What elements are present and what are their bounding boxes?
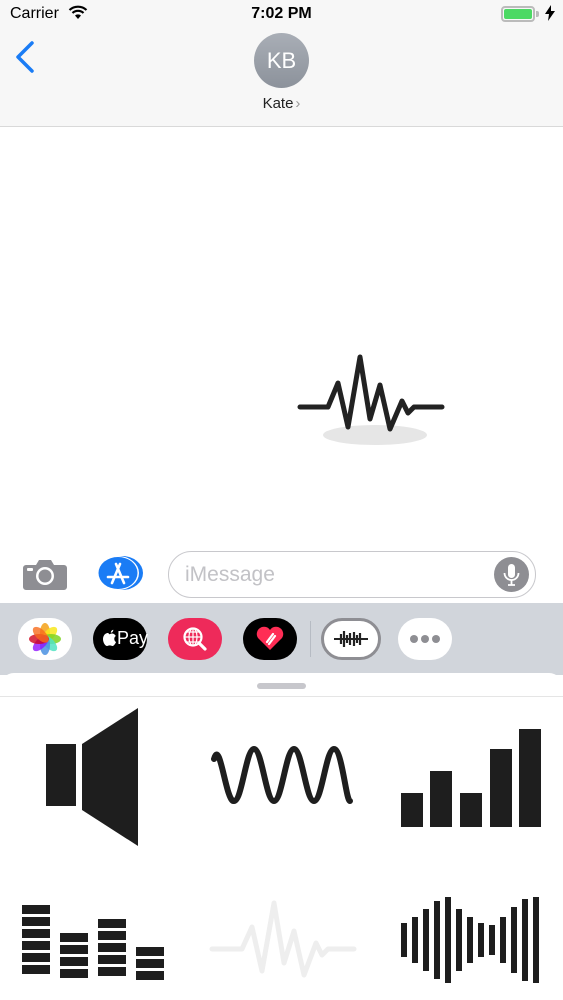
battery-tip [536, 11, 539, 17]
microphone-button[interactable] [494, 557, 529, 592]
photos-app-icon [29, 623, 61, 655]
panel-grabber-handle[interactable] [257, 683, 306, 689]
web-images-search-app-icon [183, 627, 207, 651]
charging-bolt-icon [545, 5, 555, 21]
contact-name-button[interactable]: Kate › [0, 95, 563, 112]
speaker-sticker[interactable] [40, 707, 144, 847]
more-apps-button[interactable] [398, 618, 452, 660]
digital-touch-app-icon [256, 626, 284, 650]
web-images-search-app-button[interactable] [168, 618, 222, 660]
sine-wave-sticker[interactable] [206, 743, 358, 813]
conversation-area [0, 128, 563, 543]
apple-pay-app-button[interactable]: Pay [93, 618, 149, 660]
sticker-panel [0, 673, 563, 1000]
battery-icon [501, 6, 535, 22]
drawer-divider [310, 621, 311, 657]
sound-wave-sticker-app-icon [334, 631, 368, 647]
contact-name: Kate [262, 95, 294, 112]
more-apps-icon [410, 635, 440, 643]
sound-wave-sticker-app-button[interactable] [321, 618, 381, 660]
microphone-icon [503, 564, 520, 586]
status-bar: Carrier 7:02 PM [0, 0, 563, 28]
photos-app-button[interactable] [18, 618, 72, 660]
message-field[interactable] [168, 551, 536, 598]
digital-touch-app-button[interactable] [243, 618, 297, 660]
message-input-bar [0, 543, 563, 603]
conversation-header: KB Kate › [0, 28, 563, 127]
status-time: 7:02 PM [251, 5, 312, 22]
chevron-right-icon: › [295, 95, 301, 112]
message-input[interactable] [185, 560, 485, 590]
contact-avatar[interactable]: KB [254, 33, 309, 88]
apple-pay-label: Pay [117, 628, 149, 648]
ascending-bars-sticker[interactable] [398, 727, 544, 829]
equalizer-blocks-sticker[interactable] [20, 903, 166, 983]
app-drawer: Pay [0, 603, 563, 675]
back-chevron-icon[interactable] [12, 40, 42, 74]
heartbeat-wave-sticker[interactable] [290, 343, 460, 453]
heartbeat-wave-sticker[interactable] [206, 895, 358, 985]
camera-icon[interactable] [22, 557, 68, 591]
app-store-icon[interactable] [96, 555, 144, 591]
audio-waveform-sticker[interactable] [398, 895, 546, 985]
panel-separator [0, 696, 563, 697]
